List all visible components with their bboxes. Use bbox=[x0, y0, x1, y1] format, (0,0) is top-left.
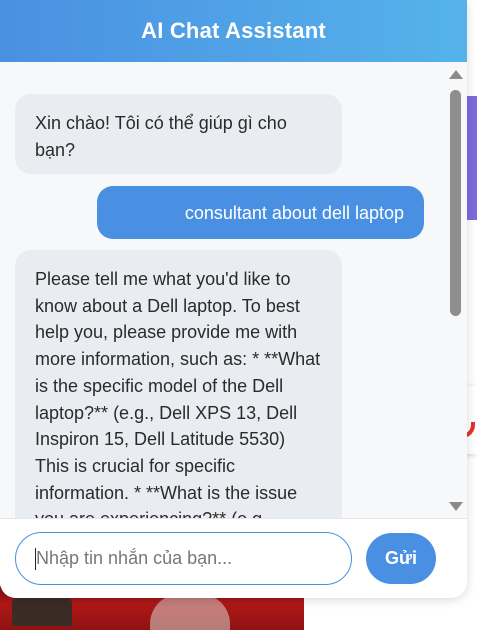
background-panel-strip bbox=[466, 96, 477, 220]
text-cursor bbox=[35, 548, 36, 570]
bot-message: Please tell me what you'd like to know a… bbox=[15, 250, 342, 518]
scroll-down-arrow-icon[interactable] bbox=[449, 502, 463, 511]
chat-window: AI Chat Assistant Xin chào! Tôi có thể g… bbox=[0, 0, 467, 598]
message-input[interactable] bbox=[15, 532, 352, 585]
chat-header: AI Chat Assistant bbox=[0, 0, 467, 62]
background-photo-detail bbox=[12, 596, 72, 626]
scroll-thumb[interactable] bbox=[450, 90, 461, 316]
bot-message: Xin chào! Tôi có thể giúp gì cho bạn? bbox=[15, 94, 342, 174]
send-button[interactable]: Gửi bbox=[366, 533, 436, 584]
scroll-up-arrow-icon[interactable] bbox=[449, 70, 463, 79]
user-message: consultant about dell laptop bbox=[97, 186, 424, 239]
message-composer: Gửi bbox=[0, 518, 467, 598]
chat-title: AI Chat Assistant bbox=[141, 18, 326, 43]
message-list[interactable]: Xin chào! Tôi có thể giúp gì cho bạn? co… bbox=[0, 62, 446, 518]
background-photo-detail bbox=[150, 594, 230, 630]
message-scrollbar[interactable] bbox=[446, 62, 467, 518]
